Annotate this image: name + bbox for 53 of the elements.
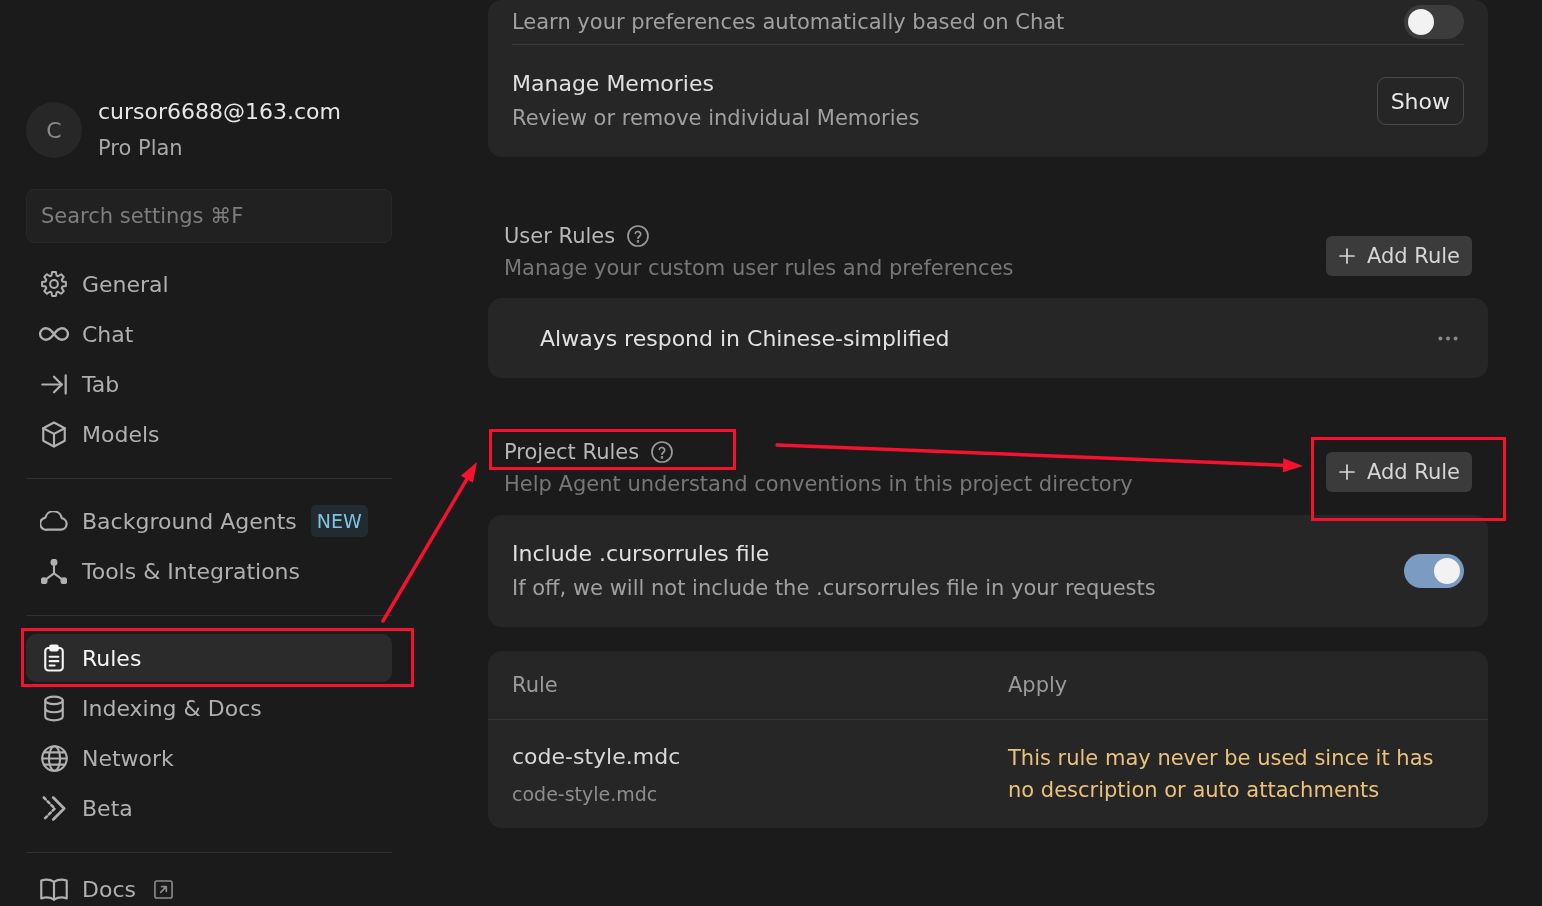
rule-path: code-style.mdc xyxy=(512,782,658,807)
sidebar-item[interactable]: Background Agents NEW xyxy=(26,497,392,545)
section-title: Project Rules xyxy=(504,439,640,465)
toggle-switch[interactable] xyxy=(1404,554,1464,588)
ellipsis-icon[interactable] xyxy=(1438,335,1458,341)
warning-text: This rule may never be used since it has no description or auto attachments xyxy=(1008,745,1435,804)
sidebar-item[interactable]: Models xyxy=(26,410,392,458)
sidebar-item[interactable]: Indexing & Docs xyxy=(26,684,392,732)
help-icon[interactable] xyxy=(627,225,650,247)
avatar[interactable]: C xyxy=(26,102,82,158)
database-icon xyxy=(44,694,64,722)
toggle-switch[interactable] xyxy=(1404,5,1464,39)
sidebar-item[interactable]: Rules xyxy=(26,634,392,682)
plus-icon xyxy=(1338,248,1355,264)
infinity-icon xyxy=(39,327,69,341)
account-email: cursor6688@163.com xyxy=(98,98,341,126)
double-chevron-icon xyxy=(42,795,66,821)
new-badge: NEW xyxy=(310,505,368,537)
gear-icon xyxy=(41,271,67,297)
arrow-to-bar-icon xyxy=(41,373,67,395)
sidebar-item[interactable]: Beta xyxy=(26,784,392,832)
add-rule-button[interactable]: Add Rule xyxy=(1325,452,1472,492)
globe-icon xyxy=(40,744,68,772)
setting-title: Manage Memories xyxy=(512,70,714,98)
section-title: User Rules xyxy=(504,223,616,249)
rule-text: Always respond in Chinese-simplified xyxy=(540,325,950,351)
setting-description: Review or remove individual Memories xyxy=(512,105,920,132)
setting-description: Learn your preferences automatically based on Chat xyxy=(512,9,1065,36)
sidebar-item[interactable]: General xyxy=(26,260,392,308)
book-icon xyxy=(40,877,68,901)
sidebar-item[interactable]: Tools & Integrations xyxy=(26,547,392,595)
cloud-icon xyxy=(40,511,68,531)
section-description: Manage your custom user rules and preferences xyxy=(504,257,1014,279)
sidebar-item[interactable]: Docs xyxy=(26,871,392,906)
plan-label: Pro Plan xyxy=(98,135,183,162)
section-description: Help Agent understand conventions in this project directory xyxy=(504,473,1133,495)
plus-icon xyxy=(1338,464,1355,480)
sidebar-item[interactable]: Chat xyxy=(26,310,392,358)
nodes-icon xyxy=(41,558,67,584)
sidebar-item[interactable]: Tab xyxy=(26,360,392,408)
add-rule-button[interactable]: Add Rule xyxy=(1325,236,1472,276)
setting-description: If off, we will not include the .cursorrules file in your requests xyxy=(512,575,1156,602)
sidebar-item[interactable]: Network xyxy=(26,734,392,782)
search-field[interactable]: Search settings ⌘F xyxy=(26,189,392,243)
setting-title: Include .cursorrules file xyxy=(512,540,770,568)
help-icon[interactable] xyxy=(651,441,674,463)
cube-icon xyxy=(42,420,66,448)
column-header: Apply xyxy=(1008,673,1068,697)
rule-name[interactable]: code-style.mdc xyxy=(512,742,681,772)
column-header: Rule xyxy=(512,673,558,697)
clipboard-icon xyxy=(44,644,64,672)
show-button[interactable]: Show xyxy=(1376,77,1464,125)
external-link-icon[interactable] xyxy=(153,879,173,899)
